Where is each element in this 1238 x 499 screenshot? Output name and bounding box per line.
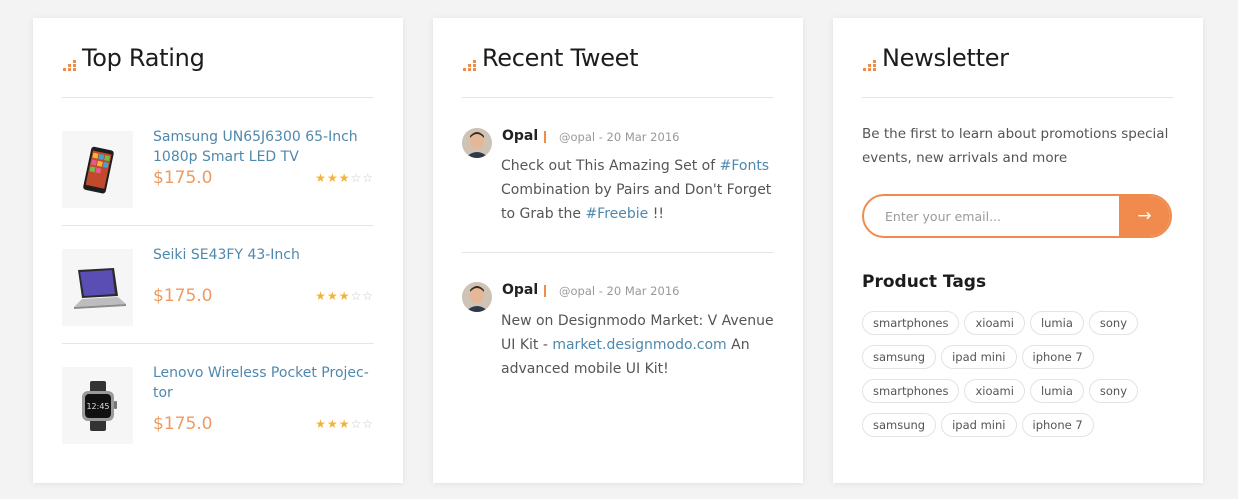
star-empty-icon: ☆: [350, 417, 363, 431]
star-filled-icon: ★: [326, 171, 339, 185]
star-empty-icon: ☆: [362, 417, 374, 431]
tweet-text: New on Designmodo Market: V Avenue UI Ki…: [501, 313, 774, 377]
star-filled-icon: ★: [338, 171, 351, 185]
subscribe-button[interactable]: →: [1119, 196, 1170, 236]
tag-link[interactable]: smartphones: [862, 379, 960, 403]
tweet-handle: @opal - 20 Mar 2016: [559, 130, 680, 144]
hashtag-link[interactable]: #Freebie: [585, 206, 648, 222]
bars-icon: [62, 57, 76, 71]
tweet-handle: @opal - 20 Mar 2016: [559, 284, 680, 298]
product-name[interactable]: Samsung UN65J6300 65-Inch 1080p Smart LE…: [153, 127, 373, 167]
tweet-author[interactable]: Opal: [502, 128, 538, 144]
tag-link[interactable]: xioami: [964, 379, 1025, 403]
product-price: $175.0: [153, 286, 213, 306]
star-filled-icon: ★: [315, 289, 327, 303]
tag-link[interactable]: lumia: [1029, 311, 1084, 335]
star-rating: ★★★☆☆: [315, 171, 374, 185]
star-filled-icon: ★: [315, 417, 327, 431]
tweet-item: Opal @opal - 20 Mar 2016 Check out This …: [462, 108, 774, 253]
tweet-item: Opal @opal - 20 Mar 2016 New on Designmo…: [462, 253, 774, 403]
newsletter-form: →: [862, 194, 1172, 238]
star-filled-icon: ★: [338, 289, 351, 303]
hashtag-link[interactable]: #Fonts: [720, 158, 770, 174]
star-rating: ★★★☆☆: [315, 289, 374, 303]
top-rating-header: Top Rating: [62, 44, 374, 98]
star-rating: ★★★☆☆: [315, 417, 374, 431]
star-filled-icon: ★: [315, 171, 327, 185]
tag-link[interactable]: smartphones: [862, 311, 960, 335]
bars-icon: [462, 57, 476, 71]
tag-link[interactable]: samsung: [862, 345, 937, 369]
divider: [544, 131, 546, 143]
product-item[interactable]: Samsung UN65J6300 65-Inch 1080p Smart LE…: [62, 108, 374, 226]
tag-link[interactable]: sony: [1088, 311, 1139, 335]
product-price: $175.0: [153, 168, 213, 188]
tag-link[interactable]: ipad mini: [941, 345, 1017, 369]
product-name[interactable]: Seiki SE43FY 43-Inch: [153, 245, 373, 265]
smartwatch-icon[interactable]: 12:45: [62, 367, 133, 444]
tag-link[interactable]: samsung: [862, 413, 937, 437]
tag-link[interactable]: sony: [1088, 379, 1139, 403]
star-filled-icon: ★: [326, 417, 339, 431]
tweet-author[interactable]: Opal: [502, 282, 538, 298]
newsletter-title: Newsletter: [882, 44, 1009, 72]
email-field[interactable]: [864, 196, 1122, 236]
svg-text:12:45: 12:45: [86, 402, 109, 411]
top-rating-widget: Top Rating Samsung UN65J6300 65-Inch 108…: [33, 18, 403, 483]
newsletter-widget: Newsletter Be the first to learn about p…: [833, 18, 1203, 483]
newsletter-description: Be the first to learn about promotions s…: [862, 126, 1169, 166]
avatar[interactable]: [462, 282, 492, 312]
product-tags-title: Product Tags: [862, 272, 987, 292]
star-empty-icon: ☆: [362, 171, 374, 185]
tweet-text: Check out This Amazing Set of #Fonts Com…: [501, 158, 772, 222]
tag-link[interactable]: ipad mini: [941, 413, 1017, 437]
product-name[interactable]: Lenovo Wireless Pocket Projec-tor: [153, 363, 373, 403]
top-rating-title: Top Rating: [82, 44, 205, 72]
star-filled-icon: ★: [326, 289, 339, 303]
star-empty-icon: ☆: [362, 289, 374, 303]
avatar[interactable]: [462, 128, 492, 158]
star-filled-icon: ★: [338, 417, 351, 431]
tag-link[interactable]: xioami: [964, 311, 1025, 335]
product-tags: smartphones xioami lumia sony samsung ip…: [862, 311, 1182, 437]
tag-link[interactable]: iphone 7: [1021, 345, 1094, 369]
recent-tweet-title: Recent Tweet: [482, 44, 639, 72]
recent-tweet-header: Recent Tweet: [462, 44, 774, 98]
product-item[interactable]: Seiki SE43FY 43-Inch $175.0 ★★★☆☆: [62, 226, 374, 344]
external-link[interactable]: market.designmodo.com: [552, 337, 726, 353]
star-empty-icon: ☆: [350, 171, 363, 185]
recent-tweet-widget: Recent Tweet Opal @opal - 20 Mar 2016 Ch…: [433, 18, 803, 483]
tablet-icon[interactable]: [62, 131, 133, 208]
bars-icon: [862, 57, 876, 71]
newsletter-header: Newsletter: [862, 44, 1174, 98]
laptop-icon[interactable]: [62, 249, 133, 326]
divider: [544, 285, 546, 297]
star-empty-icon: ☆: [350, 289, 363, 303]
product-price: $175.0: [153, 414, 213, 434]
product-item[interactable]: 12:45 Lenovo Wireless Pocket Projec-tor …: [62, 344, 374, 462]
tag-link[interactable]: iphone 7: [1021, 413, 1094, 437]
tag-link[interactable]: lumia: [1029, 379, 1084, 403]
